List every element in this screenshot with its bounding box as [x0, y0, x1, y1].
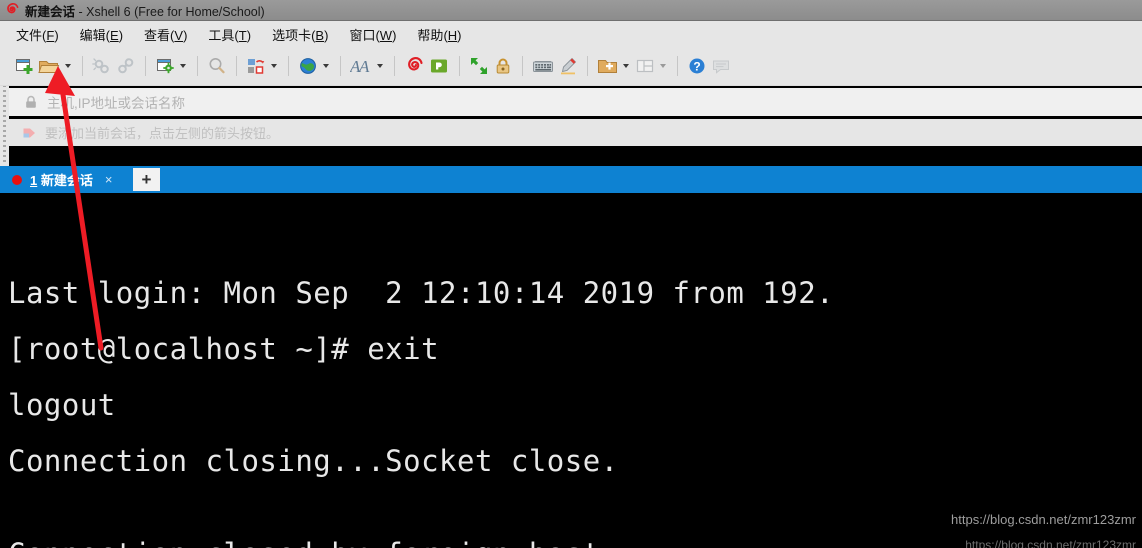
split-layout-icon [633, 51, 657, 81]
toolbar-separator [587, 56, 588, 76]
open-folder-dropdown-caret-icon[interactable] [63, 51, 72, 81]
menu-item-help[interactable]: 帮助(H) [415, 23, 463, 46]
menu-item-view[interactable]: 查看(V) [142, 23, 189, 46]
help-icon[interactable]: ? [685, 51, 709, 81]
toolbar-separator [340, 56, 341, 76]
tab-label: 1 新建会话 [30, 173, 93, 188]
window-title-session: 新建会话 [25, 4, 76, 19]
menu-item-file[interactable]: 文件(F) [14, 23, 61, 46]
add-tab-button[interactable]: + [133, 168, 160, 191]
xshell-window: 新建会话 - Xshell 6 (Free for Home/School) 文… [0, 0, 1142, 548]
globe-dropdown-caret-icon[interactable] [321, 51, 330, 81]
transfer-dropdown-caret-icon[interactable] [269, 51, 278, 81]
session-properties-dropdown-caret-icon[interactable] [178, 51, 187, 81]
tab-bar: 1 新建会话 × + [0, 166, 1142, 193]
address-lock-icon [24, 95, 38, 110]
new-session-icon[interactable] [12, 51, 36, 81]
menu-item-tabs[interactable]: 选项卡(B) [270, 23, 330, 46]
tab-status-dot-icon [12, 174, 22, 185]
transfer-layout-icon[interactable] [244, 51, 268, 81]
watermark-secondary: https://blog.csdn.net/zmr123zmr [965, 538, 1136, 548]
main-toolbar: A A ? [0, 47, 1142, 86]
chat-icon [709, 51, 733, 81]
search-icon [205, 51, 229, 81]
menu-item-window[interactable]: 窗口(W) [347, 23, 398, 46]
toolbar-separator [145, 56, 146, 76]
tab-close-icon[interactable]: × [105, 173, 113, 186]
toolbar-separator [236, 56, 237, 76]
split-layout-dropdown-caret-icon [658, 51, 667, 81]
fullscreen-icon[interactable] [467, 51, 491, 81]
svg-text:A: A [358, 57, 370, 76]
toolbar-separator [82, 56, 83, 76]
address-bar[interactable]: 主机,IP地址或会话名称 [9, 88, 1142, 116]
session-properties-icon[interactable] [153, 51, 177, 81]
xshell-spiral-logo-icon [4, 2, 20, 18]
reconnect-icon [114, 51, 138, 81]
terminal-lines: Last login: Mon Sep 2 12:10:14 2019 from… [8, 265, 1142, 489]
terminal-line: [root@localhost ~]# exit [8, 332, 440, 366]
window-titlebar: 新建会话 - Xshell 6 (Free for Home/School) [0, 0, 1142, 21]
svg-text:?: ? [693, 60, 700, 74]
keyboard-icon[interactable] [530, 51, 556, 81]
window-title: 新建会话 - Xshell 6 (Free for Home/School) [25, 1, 265, 20]
xftp-icon[interactable] [427, 51, 452, 81]
add-folder-dropdown-caret-icon[interactable] [621, 51, 630, 81]
toolbar-separator [197, 56, 198, 76]
open-folder-icon[interactable] [36, 51, 62, 81]
globe-icon[interactable] [296, 51, 320, 81]
toolbar-separator [394, 56, 395, 76]
address-input[interactable]: 主机,IP地址或会话名称 [47, 92, 185, 112]
xshell-icon[interactable] [402, 51, 427, 81]
menu-bar: 文件(F) 编辑(E) 查看(V) 工具(T) 选项卡(B) 窗口(W) 帮助(… [0, 21, 1142, 47]
window-title-rest: - Xshell 6 (Free for Home/School) [75, 4, 265, 19]
highlight-pen-icon[interactable] [556, 51, 580, 81]
terminal-line: Connection closing...Socket close. [8, 444, 619, 478]
add-folder-icon[interactable] [595, 51, 620, 81]
lock-icon[interactable] [491, 51, 515, 81]
font-icon[interactable]: A A [348, 51, 374, 81]
tab-new-session[interactable]: 1 新建会话 × [0, 166, 130, 193]
terminal-line: Last login: Mon Sep 2 12:10:14 2019 from… [8, 276, 835, 310]
menu-item-edit[interactable]: 编辑(E) [78, 23, 125, 46]
toolbar-separator [522, 56, 523, 76]
disconnect-icon [90, 51, 114, 81]
menu-item-tools[interactable]: 工具(T) [206, 23, 253, 46]
arrow-hint-icon [22, 126, 37, 140]
toolbar-separator [459, 56, 460, 76]
font-dropdown-caret-icon[interactable] [375, 51, 384, 81]
notice-bar: 要添加当前会话，点击左侧的箭头按钮。 [9, 119, 1142, 146]
terminal-output[interactable]: Last login: Mon Sep 2 12:10:14 2019 from… [0, 193, 1142, 548]
terminal-line: logout [8, 388, 116, 422]
notice-text: 要添加当前会话，点击左侧的箭头按钮。 [45, 126, 280, 141]
watermark-primary: https://blog.csdn.net/zmr123zmr [951, 512, 1136, 527]
toolbar-separator [288, 56, 289, 76]
toolbar-separator [677, 56, 678, 76]
